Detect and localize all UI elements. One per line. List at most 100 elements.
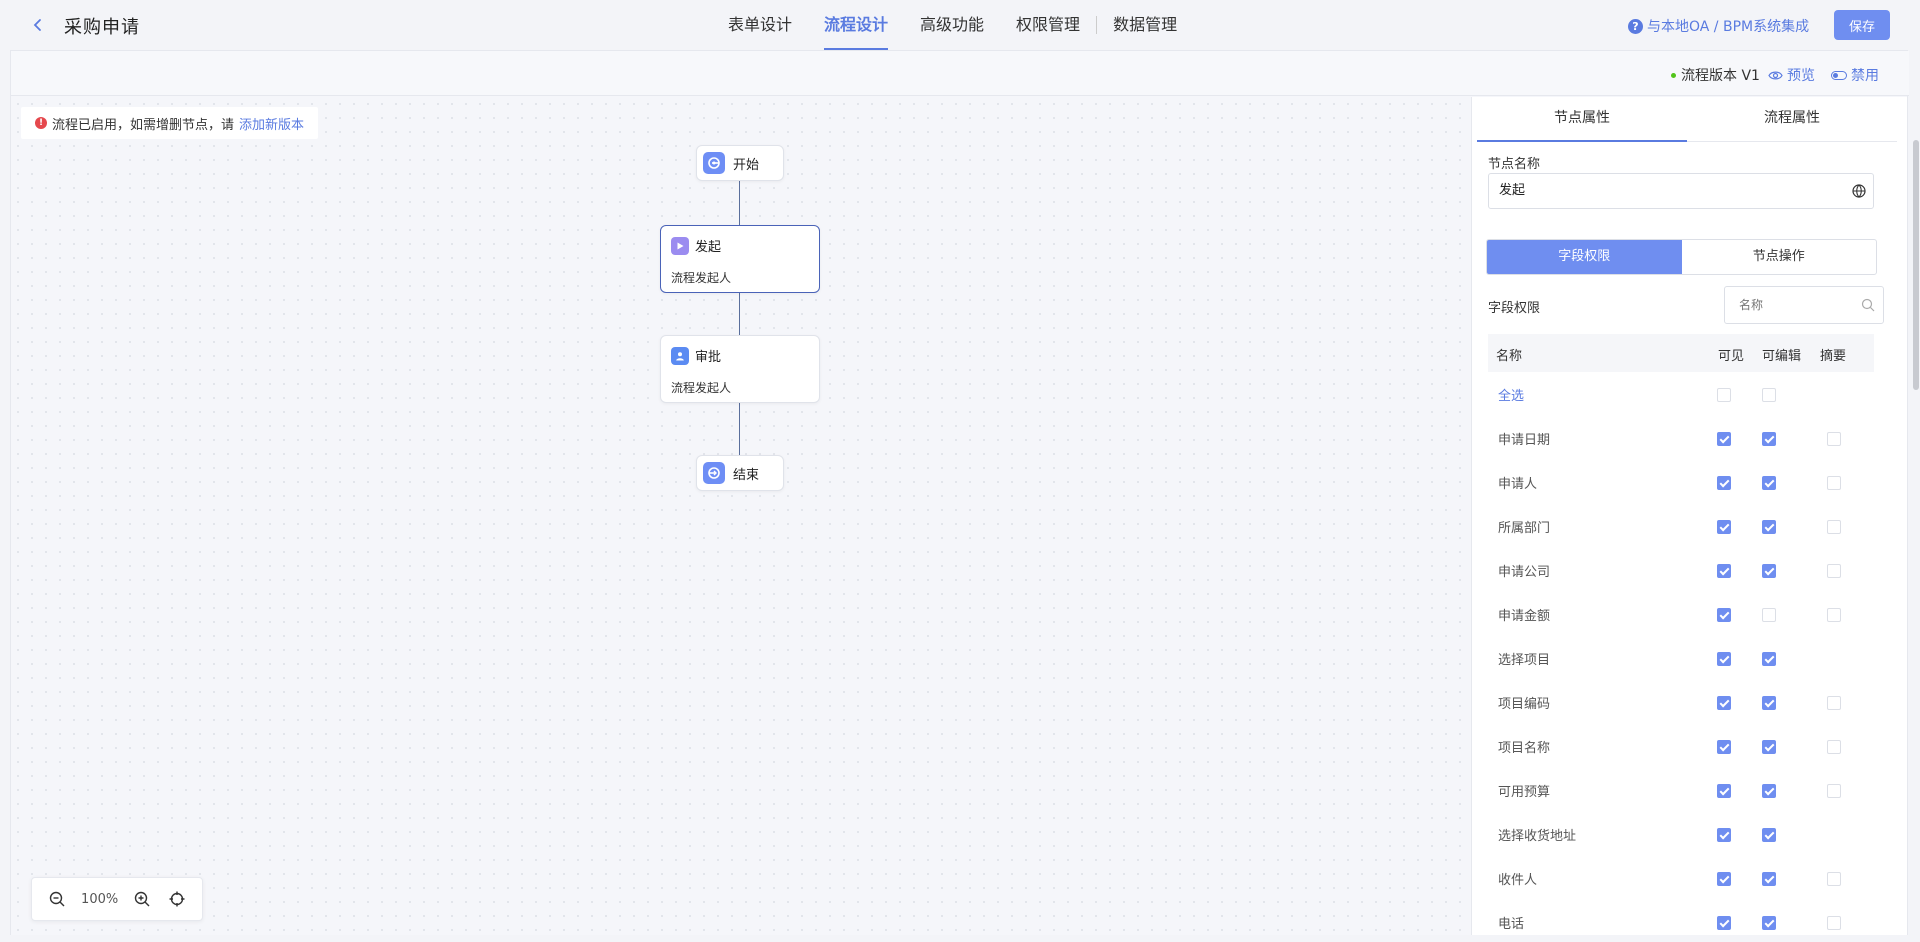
crosshair-icon [169, 891, 185, 907]
permission-segment: 字段权限 节点操作 [1486, 239, 1877, 275]
disable-toggle[interactable]: 禁用 [1831, 65, 1879, 85]
editable-checkbox[interactable] [1762, 652, 1776, 666]
field-name: 项目名称 [1498, 741, 1551, 756]
editable-checkbox[interactable] [1762, 828, 1776, 842]
tab-data-management[interactable]: 数据管理 [1097, 0, 1193, 50]
status-dot [1671, 72, 1676, 78]
editable-checkbox[interactable] [1762, 520, 1776, 534]
visible-checkbox[interactable] [1717, 784, 1731, 798]
zoom-out-button[interactable] [46, 888, 68, 910]
add-version-link[interactable]: 添加新版本 [239, 114, 304, 133]
tab-form-design[interactable]: 表单设计 [712, 0, 808, 50]
permission-table-body: 全选 申请日期 申请人 所属部门 申请公司 申请金额 选择项目 项目编码 项目名称 可用预算 选择收… [1488, 372, 1874, 942]
field-name: 申请人 [1498, 477, 1538, 492]
segment-node-actions[interactable]: 节点操作 [1682, 240, 1877, 274]
table-row: 可用预算 [1488, 768, 1874, 812]
tab-advanced[interactable]: 高级功能 [904, 0, 1000, 50]
editable-checkbox[interactable] [1762, 784, 1776, 798]
approve-node-assignee: 流程发起人 [671, 381, 732, 395]
preview-label: 预览 [1787, 68, 1815, 84]
select-all-row: 全选 [1488, 372, 1874, 416]
flow-canvas[interactable]: ! 流程已启用，如需增删节点，请 添加新版本 开始 发起 流程发起人 审批 流程… [11, 97, 1471, 935]
editable-checkbox[interactable] [1762, 432, 1776, 446]
field-search-input[interactable] [1725, 287, 1845, 323]
editable-checkbox[interactable] [1762, 872, 1776, 886]
summary-checkbox[interactable] [1827, 564, 1841, 578]
integration-link[interactable]: ? 与本地OA / BPM系统集成 [1628, 16, 1809, 36]
select-all-link[interactable]: 全选 [1498, 385, 1524, 404]
page-scrollbar[interactable] [1912, 140, 1920, 790]
start-node[interactable]: 开始 [696, 145, 784, 181]
summary-checkbox[interactable] [1827, 476, 1841, 490]
start-icon [703, 152, 725, 174]
table-row: 项目名称 [1488, 724, 1874, 768]
warning-icon: ! [35, 117, 47, 129]
visible-checkbox[interactable] [1717, 740, 1731, 754]
visible-checkbox[interactable] [1717, 652, 1731, 666]
node-name-input[interactable]: 发起 [1488, 173, 1874, 209]
fit-view-button[interactable] [166, 888, 188, 910]
editable-checkbox[interactable] [1762, 740, 1776, 754]
scrollbar-thumb[interactable] [1913, 140, 1919, 390]
main-nav: 表单设计 流程设计 高级功能 权限管理 数据管理 [712, 0, 1193, 50]
node-name-label: 节点名称 [1488, 157, 1541, 172]
summary-checkbox[interactable] [1827, 740, 1841, 754]
editable-checkbox[interactable] [1762, 696, 1776, 710]
properties-panel: 节点属性 流程属性 节点名称 发起 字段权限 节点操作 字段权限 名称 可见 可… [1471, 97, 1907, 935]
column-name: 名称 [1496, 349, 1523, 364]
summary-checkbox[interactable] [1827, 608, 1841, 622]
summary-checkbox[interactable] [1827, 916, 1841, 930]
end-node-label: 结束 [733, 467, 760, 483]
tab-process-design[interactable]: 流程设计 [808, 0, 904, 50]
visible-checkbox[interactable] [1717, 916, 1731, 930]
disable-label: 禁用 [1851, 68, 1879, 84]
visible-checkbox[interactable] [1717, 432, 1731, 446]
summary-checkbox[interactable] [1827, 432, 1841, 446]
save-button[interactable]: 保存 [1834, 10, 1890, 40]
visible-checkbox[interactable] [1717, 608, 1731, 622]
column-summary: 摘要 [1820, 349, 1847, 364]
tab-process-properties[interactable]: 流程属性 [1687, 97, 1897, 141]
preview-button[interactable]: 预览 [1768, 65, 1815, 85]
back-button[interactable] [26, 12, 50, 38]
integration-link-label: 与本地OA / BPM系统集成 [1647, 19, 1810, 35]
zoom-in-button[interactable] [131, 888, 153, 910]
editable-checkbox[interactable] [1762, 388, 1776, 402]
initiate-node-label: 发起 [695, 240, 722, 255]
notice-text: 流程已启用，如需增删节点，请 [52, 117, 235, 133]
panel-tabs: 节点属性 流程属性 [1477, 97, 1897, 142]
eye-icon [1768, 71, 1783, 79]
visible-checkbox[interactable] [1717, 564, 1731, 578]
editable-checkbox[interactable] [1762, 916, 1776, 930]
globe-icon[interactable] [1851, 183, 1867, 199]
start-node-label: 开始 [733, 157, 760, 173]
editable-checkbox[interactable] [1762, 564, 1776, 578]
editable-checkbox[interactable] [1762, 608, 1776, 622]
end-icon [703, 462, 725, 484]
table-row: 选择项目 [1488, 636, 1874, 680]
visible-checkbox[interactable] [1717, 696, 1731, 710]
end-node[interactable]: 结束 [696, 455, 784, 491]
initiate-node[interactable]: 发起 流程发起人 [660, 225, 820, 293]
visible-checkbox[interactable] [1717, 388, 1731, 402]
visible-checkbox[interactable] [1717, 872, 1731, 886]
summary-checkbox[interactable] [1827, 784, 1841, 798]
visible-checkbox[interactable] [1717, 520, 1731, 534]
zoom-controls: 100% [31, 877, 203, 921]
tab-permissions[interactable]: 权限管理 [1000, 0, 1096, 50]
approve-node[interactable]: 审批 流程发起人 [660, 335, 820, 403]
visible-checkbox[interactable] [1717, 476, 1731, 490]
segment-field-permissions[interactable]: 字段权限 [1487, 240, 1682, 274]
summary-checkbox[interactable] [1827, 696, 1841, 710]
field-name: 选择项目 [1498, 653, 1551, 668]
summary-checkbox[interactable] [1827, 872, 1841, 886]
editable-checkbox[interactable] [1762, 476, 1776, 490]
connector-line [739, 293, 740, 335]
field-name: 选择收货地址 [1498, 829, 1577, 844]
field-name: 可用预算 [1498, 785, 1551, 800]
summary-checkbox[interactable] [1827, 520, 1841, 534]
tab-node-properties[interactable]: 节点属性 [1477, 97, 1687, 142]
table-row: 申请金额 [1488, 592, 1874, 636]
visible-checkbox[interactable] [1717, 828, 1731, 842]
table-row: 选择收货地址 [1488, 812, 1874, 856]
